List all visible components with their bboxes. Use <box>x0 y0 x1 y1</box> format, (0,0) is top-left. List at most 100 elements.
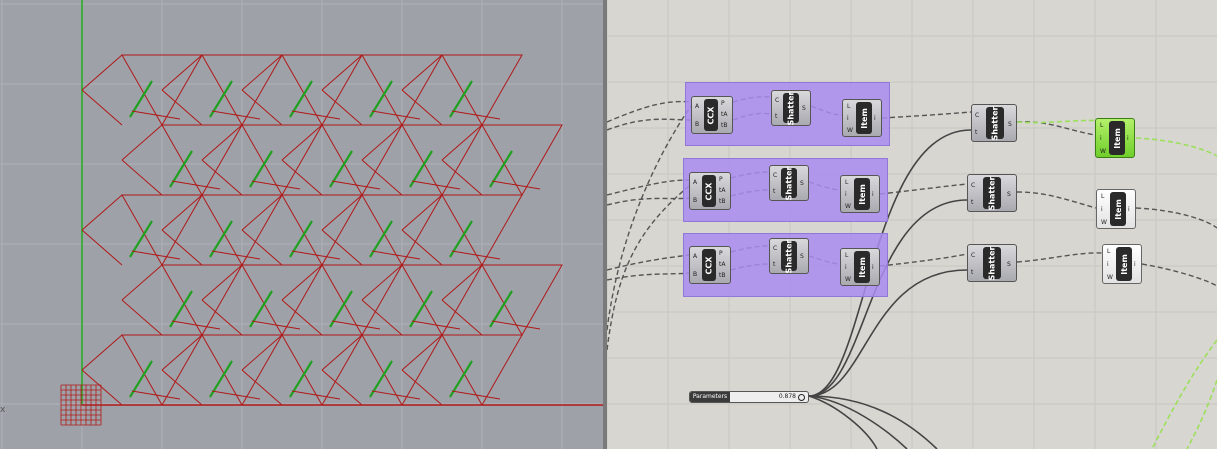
edge <box>201 159 243 196</box>
edge <box>321 334 363 371</box>
shatter-core: Shatter <box>983 246 1001 280</box>
edge <box>411 180 461 190</box>
port-t[interactable]: t <box>975 129 977 136</box>
edge <box>241 89 283 126</box>
port-out-i[interactable]: i <box>1127 135 1129 142</box>
port-s[interactable]: S <box>1007 261 1011 268</box>
port-s[interactable]: S <box>802 105 806 112</box>
port-b[interactable]: B <box>695 121 699 128</box>
port-i[interactable]: i <box>1100 135 1102 142</box>
port-i[interactable]: i <box>845 264 847 271</box>
edge <box>211 250 261 260</box>
shatter-component[interactable]: C t Shatter S <box>769 165 809 201</box>
item-component[interactable]: L i W Item i <box>842 99 882 137</box>
port-ta[interactable]: tA <box>719 261 725 268</box>
edge <box>201 124 243 161</box>
port-l[interactable]: L <box>847 103 850 110</box>
item-component[interactable]: L i W Item i <box>1096 189 1136 229</box>
edge <box>121 124 163 161</box>
port-ta[interactable]: tA <box>721 111 727 118</box>
port-out-i[interactable]: i <box>1134 261 1136 268</box>
edge <box>211 390 261 400</box>
port-c[interactable]: C <box>775 97 779 104</box>
port-tb[interactable]: tB <box>719 198 725 205</box>
port-w[interactable]: W <box>1100 148 1106 155</box>
port-tb[interactable]: tB <box>719 272 725 279</box>
item-component[interactable]: L i W Item i <box>1102 244 1142 284</box>
port-out-i[interactable]: i <box>874 115 876 122</box>
edge <box>291 110 341 120</box>
item-component[interactable]: L i W Item i <box>840 175 880 213</box>
edge <box>171 320 221 330</box>
shatter-component[interactable]: C t Shatter S <box>967 244 1017 282</box>
port-out-i[interactable]: i <box>1128 206 1130 213</box>
port-s[interactable]: S <box>1008 121 1012 128</box>
port-l[interactable]: L <box>1107 248 1110 255</box>
shatter-component[interactable]: C t Shatter S <box>967 174 1017 212</box>
port-c[interactable]: C <box>773 245 777 252</box>
port-c[interactable]: C <box>971 182 975 189</box>
port-i[interactable]: i <box>845 191 847 198</box>
port-a[interactable]: A <box>693 253 697 260</box>
edge <box>401 54 443 91</box>
port-t[interactable]: t <box>773 188 775 195</box>
shatter-component[interactable]: C t Shatter S <box>771 90 811 126</box>
edge <box>451 110 501 120</box>
port-p[interactable]: P <box>719 176 723 183</box>
wire <box>607 254 690 271</box>
port-p[interactable]: P <box>719 250 723 257</box>
port-w[interactable]: W <box>1101 219 1107 226</box>
item-component-active[interactable]: L i W Item i <box>1095 118 1135 158</box>
port-l[interactable]: L <box>845 179 848 186</box>
port-s[interactable]: S <box>1007 191 1011 198</box>
port-t[interactable]: t <box>773 261 775 268</box>
port-b[interactable]: B <box>693 197 697 204</box>
item-core: Item <box>1110 192 1126 226</box>
edge <box>291 390 341 400</box>
port-i[interactable]: i <box>847 115 849 122</box>
item-core: Item <box>854 178 870 210</box>
grasshopper-canvas[interactable]: A B CCX P tA tB C t Shatter S L i W Item… <box>607 0 1217 449</box>
port-t[interactable]: t <box>971 199 973 206</box>
port-p[interactable]: P <box>721 100 725 107</box>
port-out-i[interactable]: i <box>872 264 874 271</box>
port-a[interactable]: A <box>695 103 699 110</box>
shatter-component[interactable]: C t Shatter S <box>769 238 809 274</box>
port-i[interactable]: i <box>1107 261 1109 268</box>
port-c[interactable]: C <box>975 112 979 119</box>
port-tb[interactable]: tB <box>721 122 727 129</box>
port-l[interactable]: L <box>1101 193 1104 200</box>
item-component[interactable]: L i W Item i <box>840 248 880 286</box>
port-w[interactable]: W <box>845 276 851 283</box>
port-t[interactable]: t <box>775 113 777 120</box>
rhino-viewport[interactable]: x <box>0 0 605 449</box>
port-ta[interactable]: tA <box>719 187 725 194</box>
ccx-component[interactable]: A B CCX P tA tB <box>691 96 733 134</box>
edge <box>161 54 203 91</box>
port-c[interactable]: C <box>773 172 777 179</box>
port-s[interactable]: S <box>800 180 804 187</box>
ccx-component[interactable]: A B CCX P tA tB <box>689 246 731 284</box>
wire-solid <box>808 199 968 397</box>
port-l[interactable]: L <box>845 252 848 259</box>
port-w[interactable]: W <box>847 127 853 134</box>
ccx-component[interactable]: A B CCX P tA tB <box>689 172 731 210</box>
edge <box>81 89 123 126</box>
edge <box>361 159 403 196</box>
port-t[interactable]: t <box>971 269 973 276</box>
ccx-core: CCX <box>704 99 718 131</box>
edge <box>291 250 341 260</box>
port-out-i[interactable]: i <box>872 191 874 198</box>
port-l[interactable]: L <box>1100 122 1103 129</box>
port-s[interactable]: S <box>800 253 804 260</box>
port-c[interactable]: C <box>971 252 975 259</box>
port-a[interactable]: A <box>693 179 697 186</box>
slider-knob[interactable] <box>798 394 805 401</box>
port-i[interactable]: i <box>1101 206 1103 213</box>
port-b[interactable]: B <box>693 271 697 278</box>
edge <box>241 369 283 406</box>
shatter-component[interactable]: C t Shatter S <box>971 104 1017 142</box>
parameters-slider[interactable]: Parameters 0.878 <box>689 391 809 403</box>
port-w[interactable]: W <box>845 203 851 210</box>
port-w[interactable]: W <box>1107 274 1113 281</box>
